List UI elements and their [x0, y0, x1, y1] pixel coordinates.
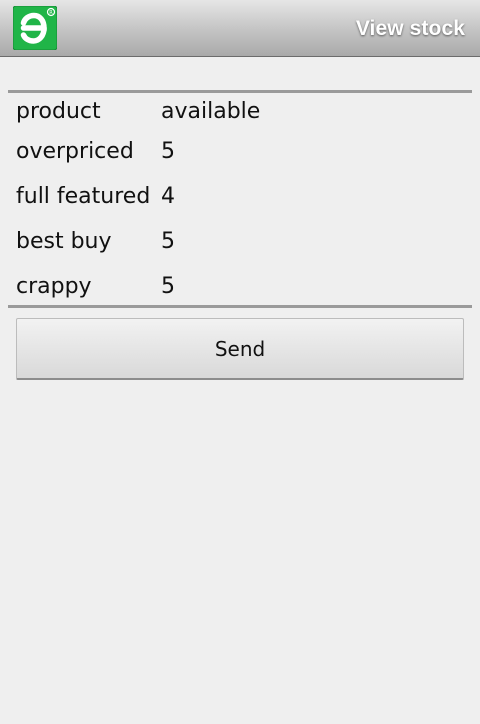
table-row: best buy 5 [8, 222, 472, 262]
stock-table: product available overpriced 5 full feat… [8, 90, 472, 308]
product-name: overpriced [16, 139, 134, 164]
action-bar-title: View stock [355, 17, 465, 40]
table-header-row: product available [8, 92, 472, 132]
product-name: full featured [16, 184, 151, 209]
send-button[interactable]: Send [16, 318, 464, 380]
header-available: available [161, 99, 261, 124]
table-row: full featured 4 [8, 177, 472, 217]
available-count: 5 [161, 139, 175, 164]
action-bar: R View stock [0, 0, 480, 57]
header-product: product [16, 99, 101, 124]
product-name: crappy [16, 274, 92, 299]
available-count: 4 [161, 184, 175, 209]
product-name: best buy [16, 229, 112, 254]
svg-text:R: R [49, 10, 53, 16]
table-row: overpriced 5 [8, 132, 472, 172]
table-row: crappy 5 [8, 267, 472, 307]
available-count: 5 [161, 229, 175, 254]
available-count: 5 [161, 274, 175, 299]
app-logo-icon[interactable]: R [13, 6, 57, 50]
